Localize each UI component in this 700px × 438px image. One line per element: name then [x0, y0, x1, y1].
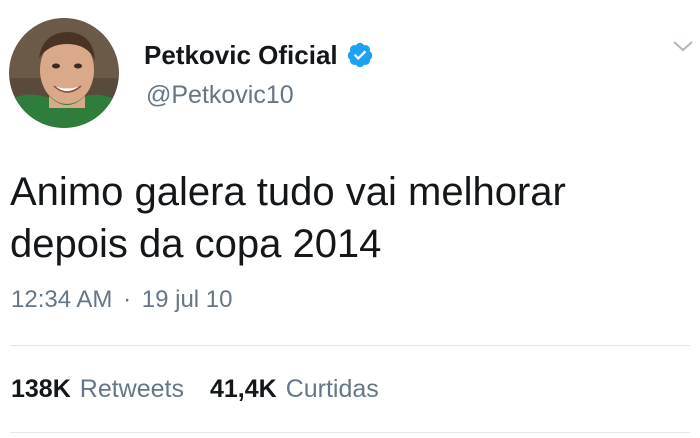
retweets-count: 138K — [11, 375, 71, 403]
likes-stat[interactable]: 41,4K Curtidas — [210, 373, 379, 405]
divider — [10, 345, 690, 346]
likes-label: Curtidas — [285, 375, 379, 403]
meta-separator: · — [123, 286, 132, 313]
likes-count: 41,4K — [209, 375, 277, 403]
divider — [10, 432, 690, 433]
tweet-text: Animo galera tudo vai melhorar depois da… — [10, 166, 690, 270]
tweet-text-line: Animo galera tudo vai melhorar — [10, 170, 566, 214]
tweet-timestamp[interactable]: 12:34 AM · 19 jul 10 — [11, 285, 233, 315]
tweet-text-line: depois da copa 2014 — [10, 222, 382, 266]
tweet-time[interactable]: 12:34 AM — [11, 286, 112, 313]
retweets-label: Retweets — [79, 375, 184, 403]
tweet-stats: 138K Retweets 41,4K Curtidas — [11, 373, 405, 405]
display-name[interactable]: Petkovic Oficial — [144, 40, 338, 70]
tweet-card: Petkovic Oficial @Petkovic10 Animo galer… — [0, 0, 700, 438]
profile-photo-icon — [9, 18, 119, 128]
author-name-row[interactable]: Petkovic Oficial — [144, 40, 374, 70]
retweets-stat[interactable]: 138K Retweets — [11, 373, 184, 405]
tweet-date[interactable]: 19 jul 10 — [142, 286, 233, 313]
chevron-down-icon[interactable] — [672, 38, 694, 54]
avatar[interactable] — [9, 18, 119, 128]
verified-badge-icon — [346, 41, 374, 69]
username-handle[interactable]: @Petkovic10 — [146, 80, 294, 110]
